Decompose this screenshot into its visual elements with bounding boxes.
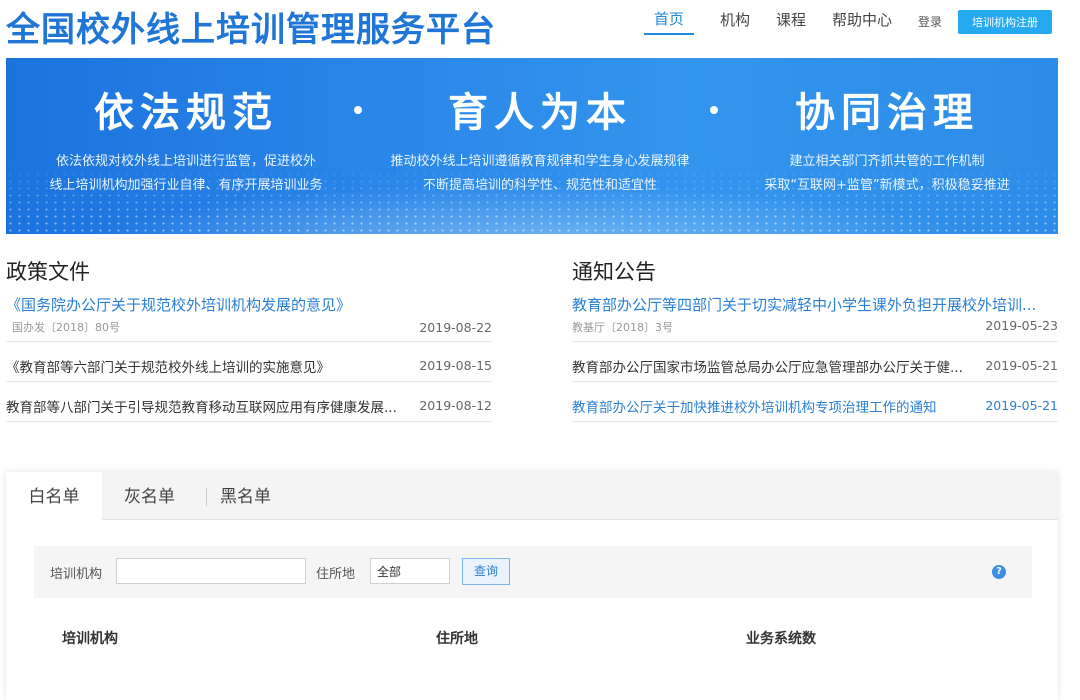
banner-text-line: 线上培训机构加强行业自律、有序开展培训业务 <box>49 178 323 193</box>
list-item[interactable]: 《国务院办公厅关于规范校外培训机构发展的意见》 国办发〔2018〕80号 201… <box>6 290 492 342</box>
news-date: 2019-08-12 <box>419 398 492 413</box>
news-title-link[interactable]: 教育部办公厅国家市场监管总局办公厅应急管理部办公厅关于健... <box>572 356 982 376</box>
org-search-input[interactable] <box>116 558 306 584</box>
tab-blacklist[interactable]: 黑名单 <box>220 472 271 520</box>
banner-column-governance: 协同治理 建立相关部门齐抓共管的工作机制 采取“互联网+监管”新模式，积极稳妥推… <box>718 80 1056 198</box>
nav-home[interactable]: 首页 <box>643 8 694 35</box>
site-title[interactable]: 全国校外线上培训管理服务平台 <box>6 2 496 51</box>
location-label: 住所地 <box>316 567 356 582</box>
header: 全国校外线上培训管理服务平台 首页 机构 课程 帮助中心 登录 培训机构注册 <box>0 0 1080 58</box>
news-date: 2019-08-22 <box>419 320 492 335</box>
news-date: 2019-08-15 <box>419 358 492 373</box>
nav-institutions[interactable]: 机构 <box>720 9 750 34</box>
news-title-link[interactable]: 教育部办公厅关于加快推进校外培训机构专项治理工作的通知 <box>572 396 972 416</box>
column-header-location: 住所地 <box>436 631 478 647</box>
main-nav: 首页 机构 课程 帮助中心 登录 培训机构注册 <box>618 8 1052 35</box>
list-item[interactable]: 教育部办公厅国家市场监管总局办公厅应急管理部办公厅关于健... 2019-05-… <box>572 342 1058 382</box>
help-icon[interactable]: ? <box>992 565 1006 579</box>
tab-divider <box>206 488 207 506</box>
org-label: 培训机构 <box>50 567 103 582</box>
banner-text-line: 采取“互联网+监管”新模式，积极稳妥推进 <box>764 178 1010 193</box>
banner-heading: 育人为本 <box>448 90 632 136</box>
column-header-institution: 培训机构 <box>62 631 118 647</box>
news-title-link[interactable]: 《国务院办公厅关于规范校外培训机构发展的意见》 <box>6 294 406 315</box>
search-bar: 培训机构 住所地 查询 ? <box>34 546 1032 598</box>
banner-text-line: 推动校外线上培训遵循教育规律和学生身心发展规律 <box>390 154 690 169</box>
list-item[interactable]: 教育部办公厅关于加快推进校外培训机构专项治理工作的通知 2019-05-21 <box>572 382 1058 422</box>
column-header-system-count: 业务系统数 <box>746 631 816 647</box>
tab-bar: 白名单 灰名单 黑名单 <box>6 472 1058 521</box>
news-date: 2019-05-21 <box>985 358 1058 373</box>
banner-heading: 协同治理 <box>795 90 979 136</box>
banner-text-line: 建立相关部门齐抓共管的工作机制 <box>789 154 985 169</box>
location-select[interactable] <box>370 558 450 584</box>
list-panel: 白名单 灰名单 黑名单 培训机构 住所地 查询 ? 培训机构 住所地 业务系统数 <box>6 472 1058 700</box>
policy-section-title: 政策文件 <box>6 260 90 284</box>
news-title-link[interactable]: 《教育部等六部门关于规范校外线上培训的实施意见》 <box>6 356 406 376</box>
login-link[interactable]: 登录 <box>918 13 942 30</box>
banner-text-line: 不断提高培训的科学性、规范性和适宜性 <box>422 178 657 193</box>
news-title-link[interactable]: 教育部办公厅等四部门关于切实减轻中小学生课外负担开展校外培训... <box>572 294 1058 315</box>
banner-text-line: 依法依规对校外线上培训进行监管，促进校外 <box>55 154 316 169</box>
nav-help-center[interactable]: 帮助中心 <box>832 9 892 34</box>
news-date: 2019-05-21 <box>985 398 1058 413</box>
banner-column-education: 育人为本 推动校外线上培训遵循教育规律和学生身心发展规律 不断提高培训的科学性、… <box>360 80 720 198</box>
list-item[interactable]: 《教育部等六部门关于规范校外线上培训的实施意见》 2019-08-15 <box>6 342 492 382</box>
news-date: 2019-05-23 <box>985 318 1058 333</box>
list-item[interactable]: 教育部办公厅等四部门关于切实减轻中小学生课外负担开展校外培训... 教基厅〔20… <box>572 290 1058 342</box>
notice-list: 教育部办公厅等四部门关于切实减轻中小学生课外负担开展校外培训... 教基厅〔20… <box>572 290 1058 422</box>
banner-column-regulation: 依法规范 依法依规对校外线上培训进行监管，促进校外 线上培训机构加强行业自律、有… <box>6 80 366 198</box>
tab-whitelist[interactable]: 白名单 <box>6 472 102 521</box>
banner-heading: 依法规范 <box>94 90 278 136</box>
list-item[interactable]: 教育部等八部门关于引导规范教育移动互联网应用有序健康发展... 2019-08-… <box>6 382 492 422</box>
notice-section-title: 通知公告 <box>572 260 656 284</box>
banner-dot-separator <box>710 106 718 114</box>
nav-courses[interactable]: 课程 <box>776 9 806 34</box>
tab-graylist[interactable]: 灰名单 <box>124 472 175 520</box>
query-button[interactable]: 查询 <box>462 558 510 585</box>
news-title-link[interactable]: 教育部等八部门关于引导规范教育移动互联网应用有序健康发展... <box>6 396 412 416</box>
hero-banner: 依法规范 依法依规对校外线上培训进行监管，促进校外 线上培训机构加强行业自律、有… <box>6 58 1058 234</box>
policy-list: 《国务院办公厅关于规范校外培训机构发展的意见》 国办发〔2018〕80号 201… <box>6 290 492 422</box>
register-button[interactable]: 培训机构注册 <box>958 9 1052 34</box>
